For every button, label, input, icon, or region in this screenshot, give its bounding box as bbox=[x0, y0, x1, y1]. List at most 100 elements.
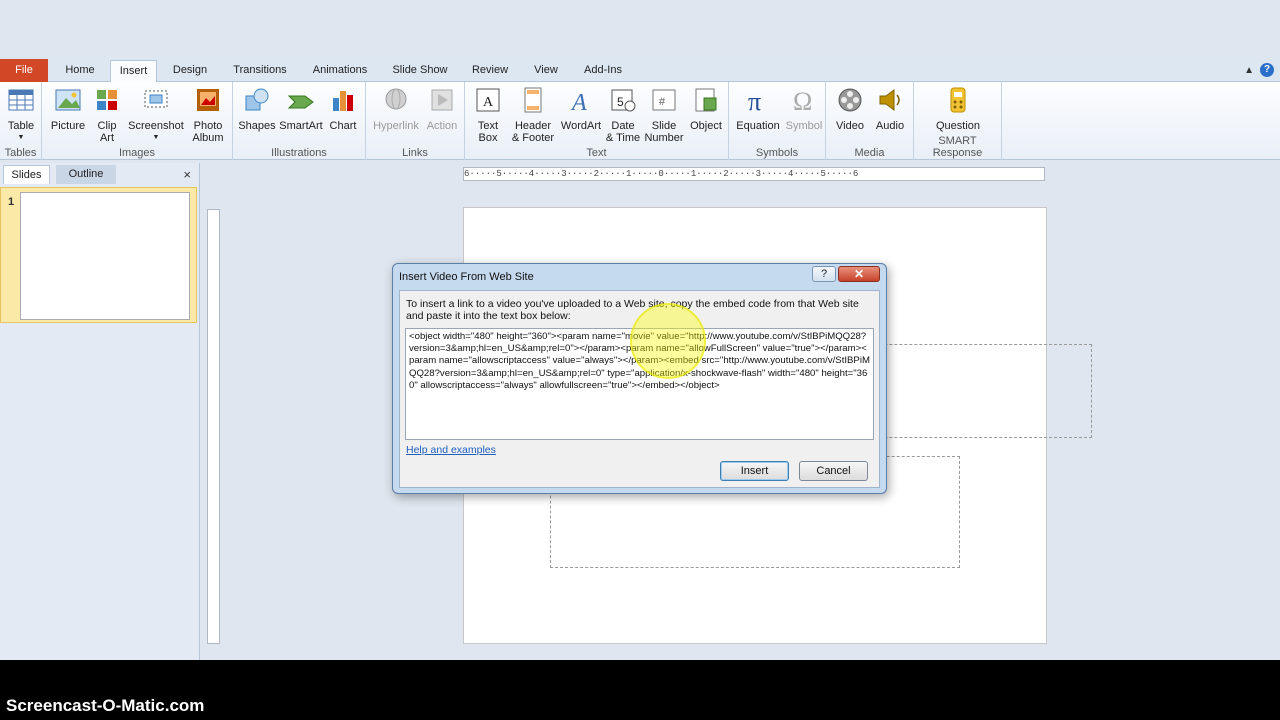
hyperlink-button[interactable]: Hyperlink bbox=[370, 86, 422, 132]
close-panel-icon[interactable]: × bbox=[183, 167, 191, 182]
chart-button[interactable]: Chart bbox=[325, 86, 361, 132]
shapes-label: Shapes bbox=[238, 120, 276, 132]
group-text: A Text Box Header & Footer A WordArt 5 D… bbox=[465, 82, 729, 160]
hyperlink-label: Hyperlink bbox=[373, 120, 419, 132]
tab-outline[interactable]: Outline bbox=[56, 165, 116, 184]
tab-transitions[interactable]: Transitions bbox=[226, 60, 294, 82]
photo-album-icon bbox=[197, 89, 219, 111]
smartart-icon bbox=[287, 95, 314, 109]
tab-view[interactable]: View bbox=[526, 60, 566, 82]
table-button[interactable]: Table ▼ bbox=[4, 86, 38, 144]
insert-video-dialog: Insert Video From Web Site ? ✕ To insert… bbox=[392, 263, 887, 494]
tab-file[interactable]: File bbox=[0, 59, 48, 82]
audio-label: Audio bbox=[875, 120, 905, 132]
wordart-icon: A bbox=[570, 90, 587, 116]
tab-slide-show[interactable]: Slide Show bbox=[386, 60, 454, 82]
clip-art-button[interactable]: Clip Art bbox=[92, 86, 122, 144]
help-and-examples-link[interactable]: Help and examples bbox=[406, 444, 496, 456]
tab-review[interactable]: Review bbox=[464, 60, 516, 82]
date-time-label-2: & Time bbox=[605, 132, 641, 144]
group-tables: Table ▼ Tables bbox=[0, 82, 42, 160]
object-button[interactable]: Object bbox=[687, 86, 725, 132]
group-label-images: Images bbox=[118, 147, 156, 159]
cursor-highlight bbox=[630, 303, 706, 379]
smartart-label: SmartArt bbox=[279, 120, 323, 132]
smartart-button[interactable]: SmartArt bbox=[279, 86, 323, 132]
svg-text:Ω: Ω bbox=[793, 87, 812, 114]
audio-button[interactable]: Audio bbox=[872, 86, 908, 132]
table-label: Table bbox=[7, 120, 35, 132]
ribbon-controls: ▲ ? bbox=[1244, 60, 1274, 80]
header-footer-label-2: & Footer bbox=[511, 132, 555, 144]
group-label-media: Media bbox=[854, 147, 885, 159]
text-box-button[interactable]: A Text Box bbox=[471, 86, 505, 144]
group-illustrations: Shapes SmartArt Chart Illustrations bbox=[233, 82, 366, 160]
photo-album-button[interactable]: Photo Album bbox=[188, 86, 228, 144]
help-icon[interactable]: ? bbox=[1260, 63, 1274, 77]
date-time-icon: 5 bbox=[611, 89, 636, 112]
screencast-watermark: Screencast-O-Matic.com bbox=[6, 696, 205, 715]
photo-album-label-2: Album bbox=[192, 132, 224, 144]
action-label: Action bbox=[426, 120, 458, 132]
tab-add-ins[interactable]: Add-Ins bbox=[576, 60, 630, 82]
insert-button[interactable]: Insert bbox=[720, 461, 789, 481]
dialog-close-button[interactable]: ✕ bbox=[838, 266, 880, 282]
date-time-button[interactable]: 5 Date & Time bbox=[605, 86, 641, 144]
tab-insert[interactable]: Insert bbox=[110, 60, 157, 82]
equation-label: Equation bbox=[736, 120, 780, 132]
collapse-ribbon-icon[interactable]: ▲ bbox=[1244, 65, 1254, 76]
wordart-button[interactable]: A WordArt bbox=[559, 86, 603, 132]
tab-design[interactable]: Design bbox=[164, 60, 216, 82]
tab-home[interactable]: Home bbox=[56, 60, 104, 82]
header-footer-label-1: Header bbox=[514, 120, 552, 132]
photo-album-label-1: Photo bbox=[193, 120, 223, 132]
speaker-icon bbox=[879, 89, 900, 111]
text-box-label-1: Text bbox=[477, 120, 499, 132]
slide-number-label-1: Slide bbox=[651, 120, 677, 132]
shapes-button[interactable]: Shapes bbox=[237, 86, 277, 132]
wordart-label: WordArt bbox=[560, 120, 602, 132]
svg-text:π: π bbox=[748, 87, 761, 114]
header-footer-button[interactable]: Header & Footer bbox=[509, 86, 557, 144]
group-images: Picture Clip Art Screenshot ▼ Photo Albu… bbox=[42, 82, 233, 160]
slide-number-button[interactable]: # Slide Number bbox=[643, 86, 685, 144]
screenshot-button[interactable]: Screenshot ▼ bbox=[126, 86, 186, 144]
equation-button[interactable]: π Equation bbox=[733, 86, 783, 132]
video-button[interactable]: Video bbox=[832, 86, 868, 132]
svg-text:A: A bbox=[570, 90, 587, 114]
ribbon-tab-bar: File Home Insert Design Transitions Anim… bbox=[0, 57, 1280, 82]
symbol-label: Symbol bbox=[785, 120, 823, 132]
group-label-text: Text bbox=[586, 147, 607, 159]
picture-button[interactable]: Picture bbox=[48, 86, 88, 132]
dialog-help-button[interactable]: ? bbox=[812, 266, 836, 282]
chart-icon bbox=[333, 91, 353, 111]
symbol-button[interactable]: Ω Symbol bbox=[785, 86, 823, 132]
question-button[interactable]: Question bbox=[928, 86, 988, 132]
svg-text:#: # bbox=[659, 96, 666, 108]
tab-animations[interactable]: Animations bbox=[304, 60, 376, 82]
date-time-label-1: Date bbox=[611, 120, 635, 132]
text-box-icon: A bbox=[476, 88, 500, 112]
vertical-ruler bbox=[207, 209, 220, 644]
slides-panel: Slides Outline × 1 bbox=[0, 163, 200, 660]
slide-thumbnail-item[interactable]: 1 bbox=[0, 187, 197, 323]
action-button[interactable]: Action bbox=[424, 86, 460, 132]
slide-number-icon: # bbox=[652, 89, 676, 111]
clicker-icon bbox=[950, 87, 966, 113]
object-label: Object bbox=[690, 120, 722, 132]
shapes-icon bbox=[245, 88, 269, 111]
question-label: Question bbox=[935, 120, 981, 132]
group-media: Video Audio Media bbox=[826, 82, 914, 160]
group-label-links: Links bbox=[402, 147, 428, 159]
group-links: Hyperlink Action Links bbox=[366, 82, 465, 160]
cancel-button[interactable]: Cancel bbox=[799, 461, 868, 481]
table-icon bbox=[8, 89, 34, 111]
clip-art-icon bbox=[97, 90, 117, 110]
svg-text:5: 5 bbox=[617, 95, 624, 109]
tab-slides[interactable]: Slides bbox=[3, 165, 50, 184]
slide-thumbnail bbox=[20, 192, 190, 320]
action-icon bbox=[431, 89, 453, 111]
video-label: Video bbox=[836, 120, 864, 132]
horizontal-ruler: 6·····5·····4·····3·····2·····1·····0···… bbox=[463, 167, 1045, 181]
hyperlink-icon bbox=[385, 88, 407, 110]
